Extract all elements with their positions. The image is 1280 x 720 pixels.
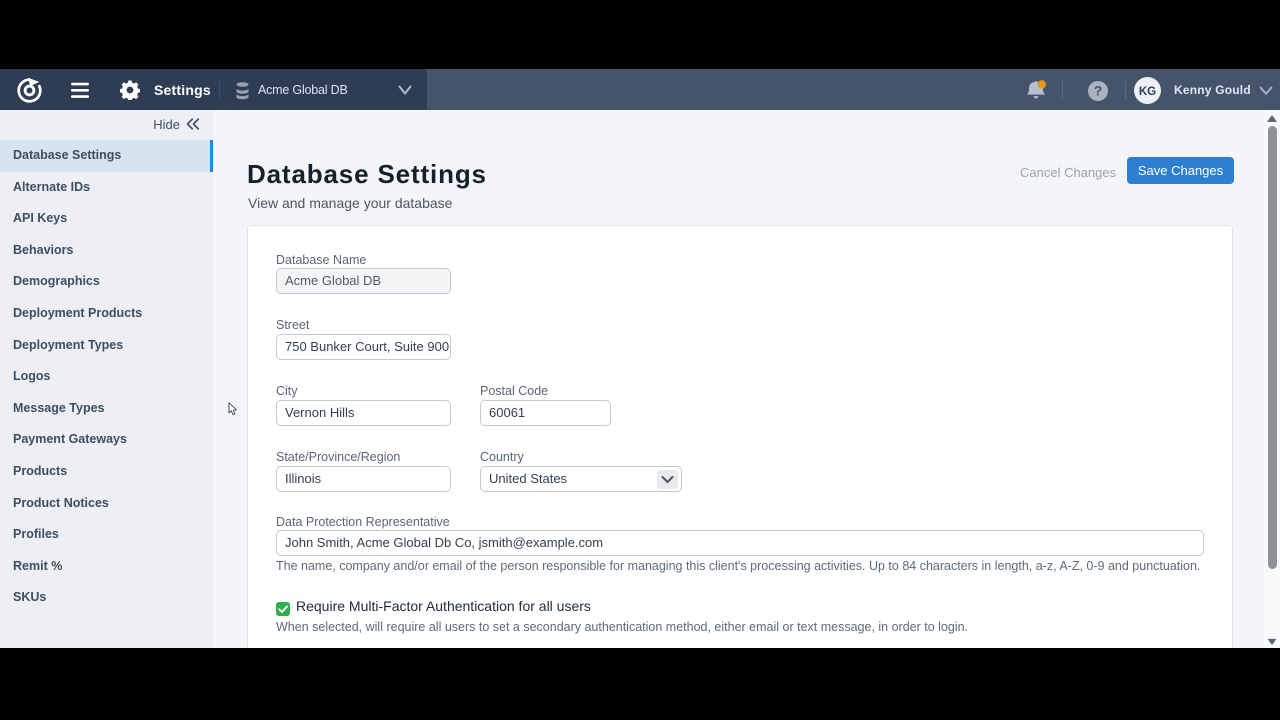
svg-text:?: ?	[1094, 83, 1103, 99]
svg-text:KG: KG	[1139, 86, 1156, 98]
